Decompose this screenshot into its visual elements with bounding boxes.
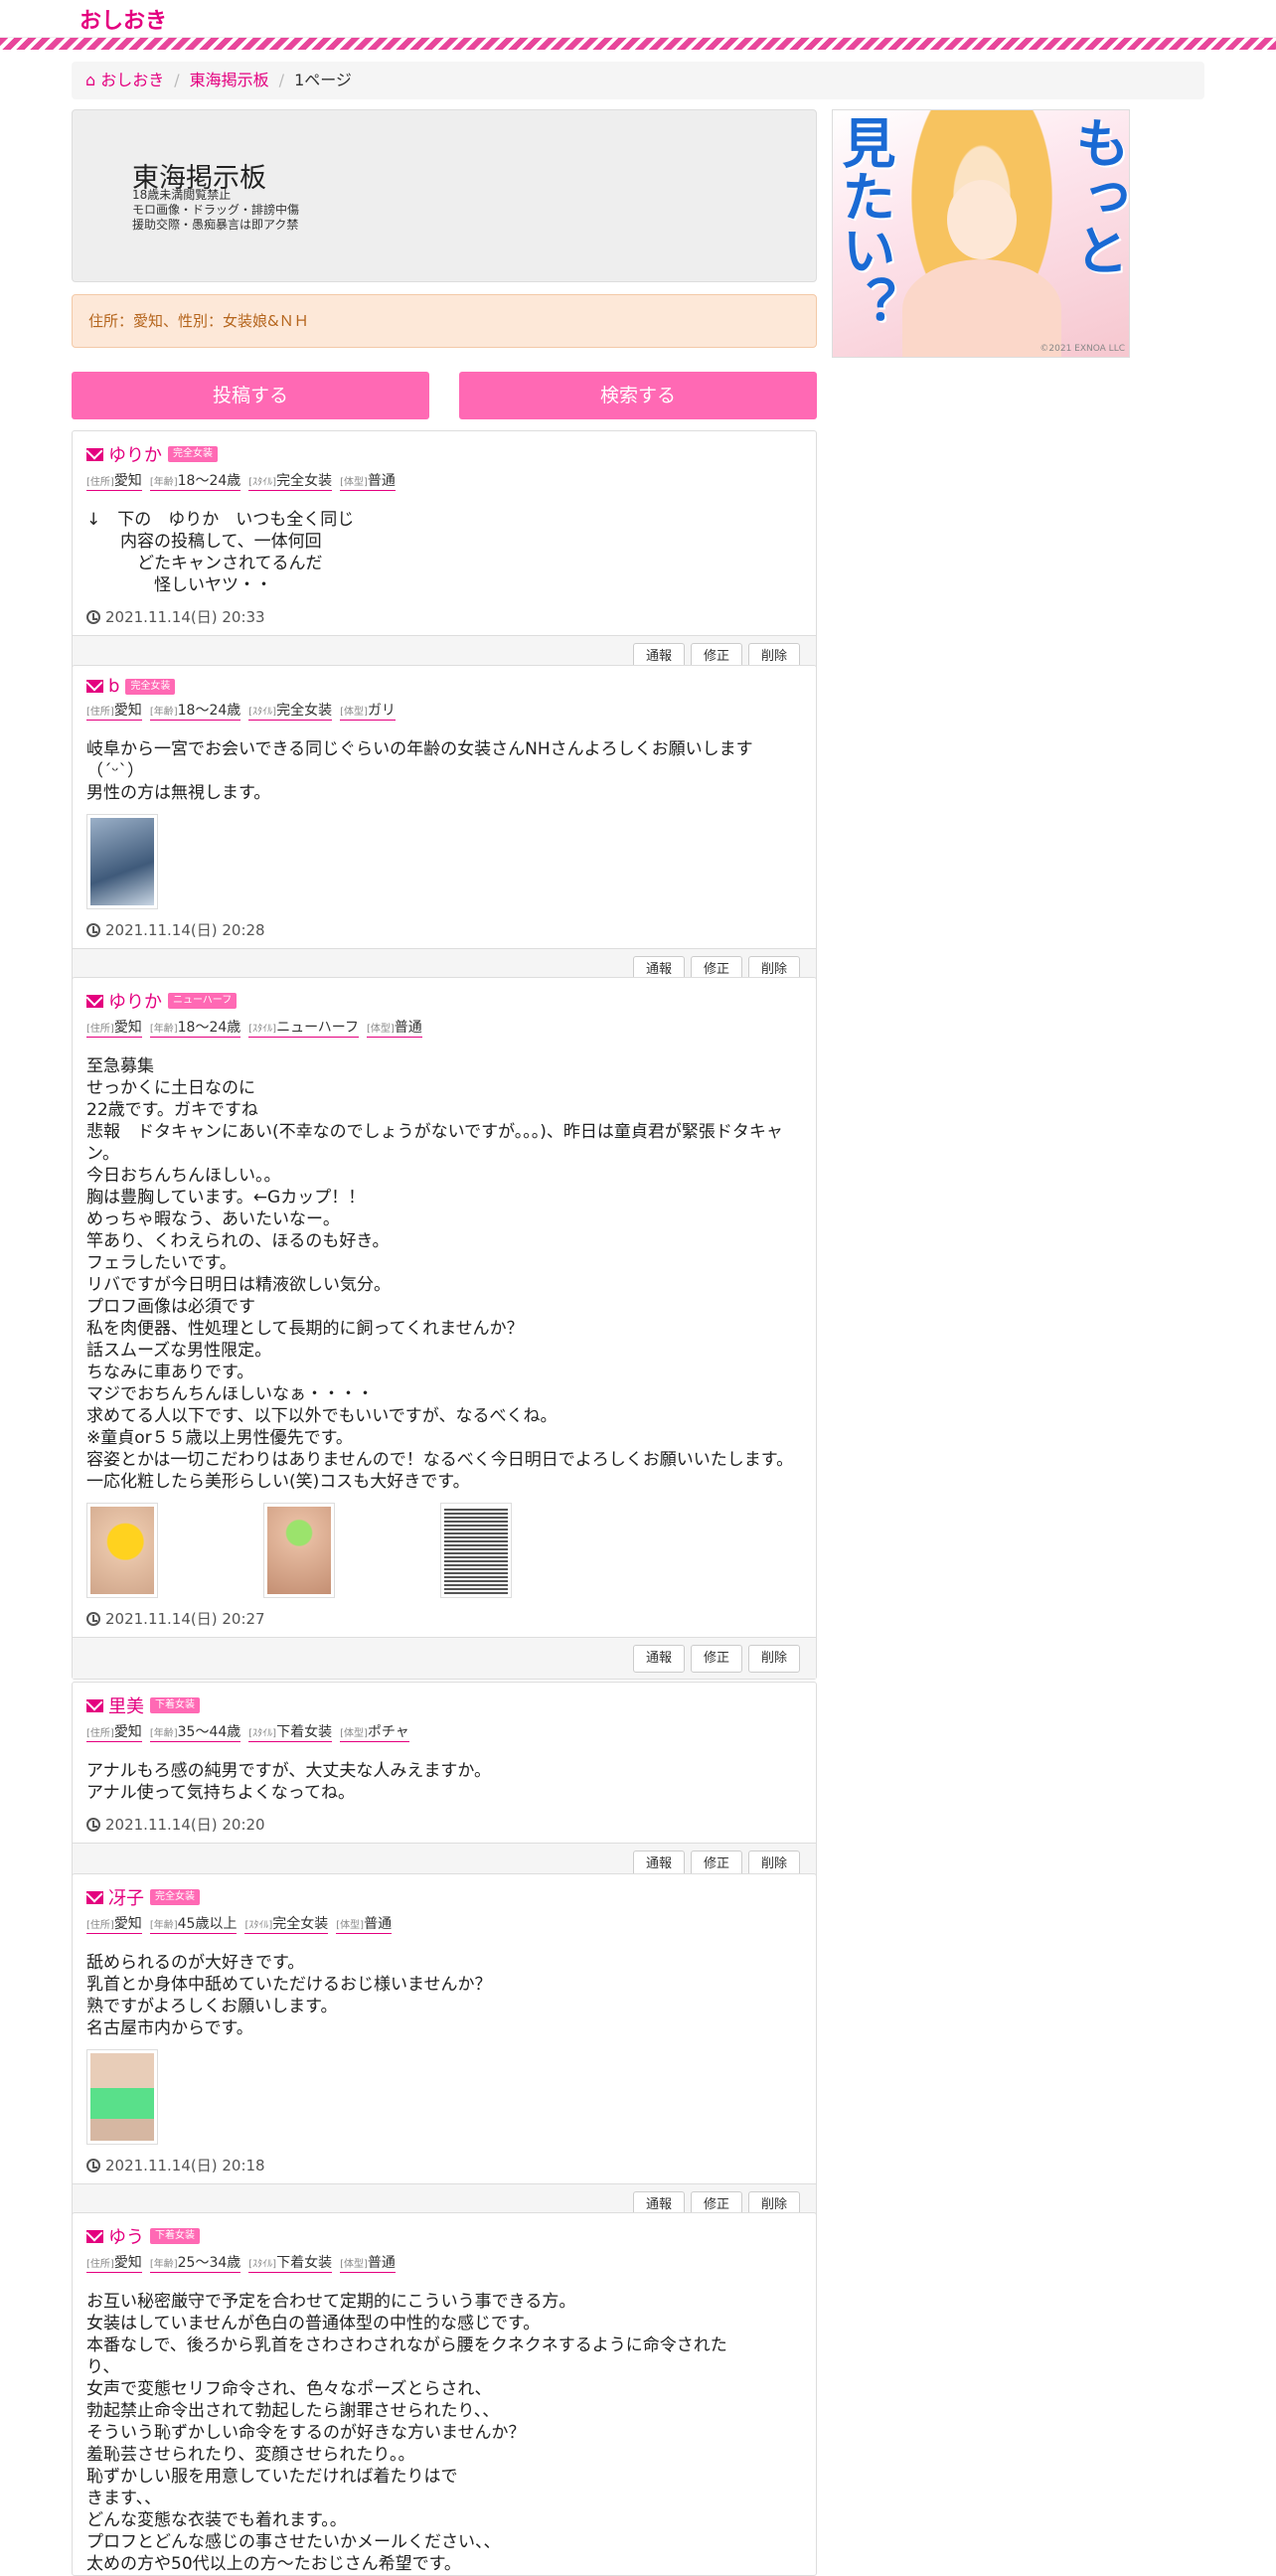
- post-card: ゆりか 完全女装 [住所]愛知 [年齢]18〜24歳 [ｽﾀｲﾙ]完全女装 [体型]普通 ↓…: [72, 430, 817, 678]
- post-meta: [住所]愛知 [年齢]18〜24歳 [ｽﾀｲﾙ]完全女装 [体型]普通: [86, 470, 802, 491]
- post-card: 冴子 完全女装 [住所]愛知 [年齢]45歳以上 [ｽﾀｲﾙ]完全女装 [体型]普通舐めら…: [72, 1873, 817, 2226]
- mail-icon: [86, 680, 103, 693]
- meta-age: 45歳以上: [177, 1916, 238, 1932]
- post-badge: 完全女装: [125, 678, 176, 695]
- home-icon: ⌂: [85, 71, 101, 89]
- post-meta: [住所]愛知 [年齢]35〜44歳 [ｽﾀｲﾙ]下着女装 [体型]ポチャ: [86, 1721, 802, 1742]
- clock-icon: [86, 609, 100, 624]
- meta-style: 完全女装: [276, 703, 333, 719]
- post-timestamp: 2021.11.14(日) 20:27: [73, 1598, 816, 1637]
- post-body: 岐阜から一宮でお会いできる同じぐらいの年齢の女装さんNHさんよろしくお願いします…: [86, 739, 753, 803]
- post-images: [73, 804, 816, 909]
- meta-age: 18〜24歳: [177, 703, 241, 719]
- mail-icon: [86, 447, 103, 461]
- mail-icon: [86, 2229, 103, 2243]
- post-image-thumbnail[interactable]: [86, 2049, 158, 2145]
- post-card: ゆりか ニューハーフ [住所]愛知 [年齢]18〜24歳 [ｽﾀｲﾙ]ニューハーフ [体型…: [72, 977, 817, 1680]
- meta-addr: 愛知: [113, 473, 142, 489]
- post-meta: [住所]愛知 [年齢]18〜24歳 [ｽﾀｲﾙ]ニューハーフ [体型]普通: [86, 1017, 802, 1038]
- meta-body: 普通: [367, 2255, 396, 2271]
- post-images: [73, 2039, 816, 2145]
- ad-banner[interactable]: もっと 見たい？ ©2021 EXNOA LLC: [832, 109, 1130, 358]
- breadcrumb-current: 1ページ: [294, 71, 352, 89]
- meta-age: 35〜44歳: [177, 1724, 241, 1740]
- post-card: b 完全女装 [住所]愛知 [年齢]18〜24歳 [ｽﾀｲﾙ]完全女装 [体型]ガリ岐阜か…: [72, 665, 817, 991]
- post-badge: 下着女装: [150, 2228, 200, 2244]
- post-card: 里美 下着女装 [住所]愛知 [年齢]35〜44歳 [ｽﾀｲﾙ]下着女装 [体型]ポチャア…: [72, 1682, 817, 1885]
- report-button[interactable]: 通報: [633, 1645, 685, 1673]
- post-actions: 通報 修正 削除: [73, 1637, 816, 1679]
- site-logo[interactable]: おしおき: [80, 3, 167, 35]
- meta-style: 完全女装: [272, 1916, 329, 1932]
- post-meta: [住所]愛知 [年齢]18〜24歳 [ｽﾀｲﾙ]完全女装 [体型]ガリ: [86, 700, 802, 721]
- post-timestamp: 2021.11.14(日) 20:20: [73, 1804, 816, 1843]
- clock-icon: [86, 1611, 100, 1626]
- filter-info: 住所：愛知、性別：女装娘&ＮＨ: [72, 294, 817, 348]
- clock-icon: [86, 1817, 100, 1832]
- meta-addr: 愛知: [113, 1916, 142, 1932]
- mail-icon: [86, 1698, 103, 1712]
- board-header: 東海掲示板 18歳未満閲覧禁止 モロ画像・ドラッグ・誹謗中傷 援助交際・愚痴暴言…: [72, 109, 817, 282]
- edit-button[interactable]: 修正: [691, 1645, 742, 1673]
- meta-body: ポチャ: [367, 1724, 409, 1740]
- post-images: [73, 1493, 816, 1598]
- meta-body: ガリ: [367, 703, 396, 719]
- meta-age: 18〜24歳: [177, 473, 241, 489]
- post-body: 舐められるのが大好きです。 乳首とか身体中舐めていただけるおじ様いませんか？ 熟…: [86, 1953, 492, 2038]
- post-image-thumbnail[interactable]: [263, 1503, 335, 1598]
- post-timestamp: 2021.11.14(日) 20:28: [73, 909, 816, 948]
- post-badge: ニューハーフ: [168, 993, 238, 1009]
- post-author[interactable]: b 完全女装: [86, 676, 802, 697]
- post-author[interactable]: ゆう 下着女装: [86, 2223, 802, 2249]
- clock-icon: [86, 922, 100, 937]
- ad-text-1: もっと: [1066, 115, 1129, 276]
- meta-addr: 愛知: [113, 1020, 142, 1036]
- post-author[interactable]: 里美 下着女装: [86, 1692, 802, 1718]
- breadcrumb-board[interactable]: 東海掲示板: [190, 71, 269, 89]
- post-meta: [住所]愛知 [年齢]45歳以上 [ｽﾀｲﾙ]完全女装 [体型]普通: [86, 1913, 802, 1934]
- meta-style: 下着女装: [276, 2255, 333, 2271]
- meta-style: 完全女装: [276, 473, 333, 489]
- post-timestamp: 2021.11.14(日) 20:33: [73, 596, 816, 635]
- search-button[interactable]: 検索する: [459, 372, 817, 419]
- clock-icon: [86, 2158, 100, 2173]
- post-image-thumbnail[interactable]: [86, 1503, 158, 1598]
- post-badge: 完全女装: [150, 1889, 200, 1905]
- post-author[interactable]: ゆりか ニューハーフ: [86, 988, 802, 1014]
- meta-style: ニューハーフ: [276, 1020, 359, 1036]
- meta-body: 普通: [364, 1916, 393, 1932]
- delete-button[interactable]: 削除: [748, 1645, 800, 1673]
- post-image-thumbnail[interactable]: [86, 814, 158, 909]
- post-badge: 完全女装: [168, 446, 218, 462]
- board-notes: 18歳未満閲覧禁止 モロ画像・ドラッグ・誹謗中傷 援助交際・愚痴暴言は即アク禁: [132, 188, 300, 232]
- header-stripe: [0, 38, 1276, 50]
- post-author[interactable]: ゆりか 完全女装: [86, 441, 802, 467]
- mail-icon: [86, 1890, 103, 1904]
- meta-body: 普通: [394, 1020, 422, 1036]
- post-body: アナルもろ感の純男ですが、大丈夫な人みえますか。 アナル使って気持ちよくなってね…: [86, 1761, 491, 1803]
- post-image-thumbnail[interactable]: [440, 1503, 512, 1598]
- ad-copyright: ©2021 EXNOA LLC: [1039, 344, 1125, 354]
- meta-body: 普通: [367, 473, 396, 489]
- meta-addr: 愛知: [113, 1724, 142, 1740]
- mail-icon: [86, 994, 103, 1008]
- post-body: 至急募集 せっかくに土日なのに 22歳です。ガキですね 悲報 ドタキャンにあい(…: [86, 1056, 794, 1492]
- post-author[interactable]: 冴子 完全女装: [86, 1884, 802, 1910]
- meta-age: 25〜34歳: [177, 2255, 241, 2271]
- breadcrumb: ⌂ おしおき / 東海掲示板/1ページ: [72, 62, 1204, 99]
- meta-style: 下着女装: [276, 1724, 333, 1740]
- meta-age: 18〜24歳: [177, 1020, 241, 1036]
- meta-addr: 愛知: [113, 2255, 142, 2271]
- post-timestamp: 2021.11.14(日) 20:18: [73, 2145, 816, 2183]
- post-button[interactable]: 投稿する: [72, 372, 429, 419]
- post-body: お互い秘密厳守で予定を合わせて定期的にこういう事できる方。 女装はしていませんが…: [86, 2292, 727, 2574]
- post-meta: [住所]愛知 [年齢]25〜34歳 [ｽﾀｲﾙ]下着女装 [体型]普通: [86, 2252, 802, 2273]
- ad-text-2: 見たい？: [833, 115, 895, 330]
- post-card: ゆう 下着女装 [住所]愛知 [年齢]25〜34歳 [ｽﾀｲﾙ]下着女装 [体型]普通お互…: [72, 2212, 817, 2576]
- site-header: おしおき: [0, 0, 1276, 38]
- post-body: ↓ 下の ゆりか いつも全く同じ 内容の投稿して、一体何回 どたキャンされてるん…: [86, 510, 355, 595]
- post-badge: 下着女装: [150, 1697, 200, 1713]
- breadcrumb-home[interactable]: ⌂ おしおき: [85, 71, 164, 89]
- meta-addr: 愛知: [113, 703, 142, 719]
